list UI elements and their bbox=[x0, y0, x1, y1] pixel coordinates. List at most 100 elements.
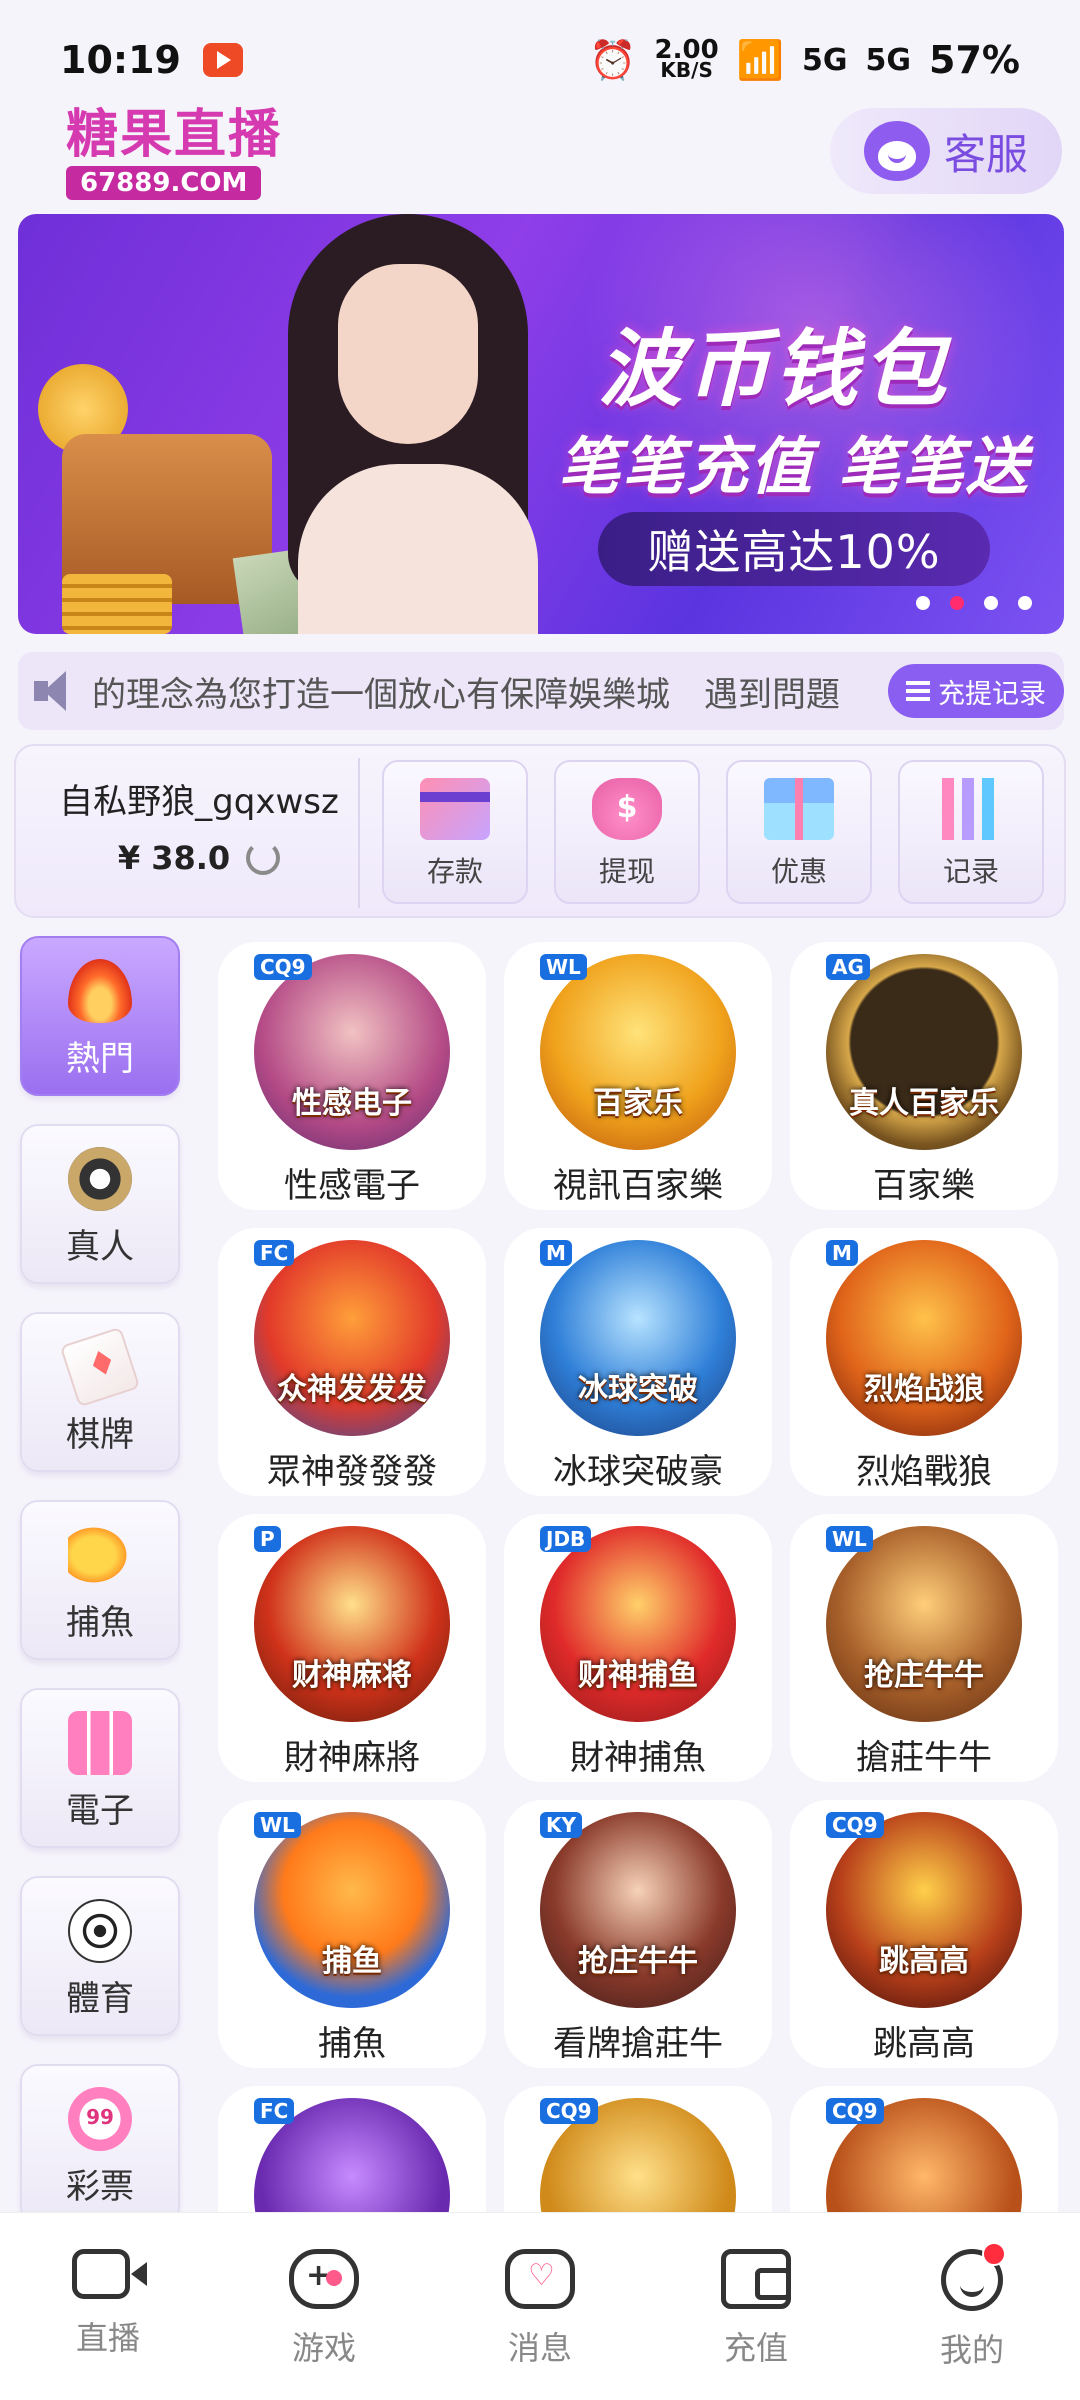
game-tile[interactable]: WL 捕鱼 捕魚 bbox=[218, 1800, 486, 2068]
carousel-dot[interactable] bbox=[984, 596, 998, 610]
game-tile[interactable]: M 烈焰战狼 烈焰戰狼 bbox=[790, 1228, 1058, 1496]
game-tile[interactable]: CQ9 性感电子 性感電子 bbox=[218, 942, 486, 1210]
nav-profile[interactable]: 我的 bbox=[902, 2242, 1042, 2371]
deposit-withdraw-record-button[interactable]: 充提记录 bbox=[888, 664, 1064, 718]
playing-card-icon bbox=[59, 1326, 141, 1408]
gamepad-icon bbox=[289, 2249, 359, 2309]
banner-bonus-pill: 赠送高达10% bbox=[598, 512, 990, 586]
vendor-badge: WL bbox=[254, 1812, 301, 1838]
action-label: 提现 bbox=[598, 855, 655, 888]
game-tile[interactable]: FC 众神发发发 眾神發發發 bbox=[218, 1228, 486, 1496]
game-thumbnail: 抢庄牛牛 bbox=[826, 1526, 1022, 1722]
carousel-dots[interactable] bbox=[916, 596, 1032, 610]
nav-label: 游戏 bbox=[291, 2329, 356, 2367]
balance-amount: ¥ 38.0 bbox=[117, 839, 231, 877]
game-title: 性感電子 bbox=[284, 1166, 420, 1206]
promotions-button[interactable]: 优惠 bbox=[726, 760, 872, 904]
chat-bubble-icon bbox=[505, 2249, 575, 2309]
slot-machine-icon bbox=[68, 1711, 132, 1775]
game-tile[interactable]: P 财神麻将 財神麻將 bbox=[218, 1514, 486, 1782]
customer-service-label: 客服 bbox=[943, 129, 1028, 179]
vendor-badge: P bbox=[254, 1526, 281, 1552]
divider bbox=[358, 758, 360, 908]
nav-label: 充值 bbox=[723, 2329, 788, 2367]
game-thumbnail: 性感电子 bbox=[254, 954, 450, 1150]
nav-label: 我的 bbox=[939, 2331, 1004, 2369]
logo-brand-text: 糖果直播 bbox=[66, 104, 283, 165]
withdraw-button[interactable]: 提现 bbox=[554, 760, 700, 904]
gift-icon bbox=[764, 778, 834, 840]
list-icon bbox=[906, 681, 930, 701]
game-title: 捕魚 bbox=[318, 2024, 386, 2064]
game-title: 烈焰戰狼 bbox=[856, 1452, 992, 1492]
username: 自私野狼_gqxwsz bbox=[59, 782, 339, 822]
deposit-button[interactable]: 存款 bbox=[382, 760, 528, 904]
game-thumbnail: 冰球突破 bbox=[540, 1240, 736, 1436]
category-lottery[interactable]: 彩票 bbox=[20, 2064, 180, 2224]
customer-service-button[interactable]: 客服 bbox=[830, 108, 1062, 194]
app-logo[interactable]: 糖果直播 67889.COM bbox=[66, 106, 282, 200]
game-tile[interactable]: WL 百家乐 視訊百家樂 bbox=[504, 942, 772, 1210]
category-label: 真人 bbox=[66, 1227, 134, 1267]
app-header: 糖果直播 67889.COM 客服 bbox=[0, 100, 1080, 210]
banner-model-image bbox=[258, 214, 558, 634]
game-tile[interactable]: JDB 财神捕鱼 財神捕魚 bbox=[504, 1514, 772, 1782]
logo-domain: 67889.COM bbox=[66, 166, 262, 200]
promo-banner[interactable]: 波币钱包 笔笔充值 笔笔送 赠送高达10% bbox=[18, 214, 1064, 634]
carousel-dot[interactable] bbox=[1018, 596, 1032, 610]
casino-chip-icon bbox=[68, 1147, 132, 1211]
refresh-icon[interactable] bbox=[246, 841, 281, 875]
soccer-ball-icon bbox=[68, 1899, 132, 1963]
announcement-marquee[interactable]: 的理念為您打造一個放心有保障娛樂城 遇到問題 充提记录 bbox=[18, 652, 1064, 730]
nav-live[interactable]: 直播 bbox=[38, 2249, 178, 2359]
banner-subtitle: 笔笔充值 笔笔送 bbox=[558, 430, 1030, 503]
vendor-badge: WL bbox=[540, 954, 587, 980]
game-title: 百家樂 bbox=[873, 1166, 975, 1206]
vendor-badge: JDB bbox=[540, 1526, 592, 1552]
carousel-dot[interactable] bbox=[916, 596, 930, 610]
vendor-badge: CQ9 bbox=[254, 954, 312, 980]
card-icon bbox=[420, 778, 490, 840]
nav-games[interactable]: 游戏 bbox=[254, 2249, 394, 2369]
battery-level: 57% bbox=[929, 38, 1020, 82]
wallet-icon bbox=[721, 2249, 791, 2309]
status-time: 10:19 bbox=[60, 38, 181, 82]
nav-label: 消息 bbox=[507, 2329, 572, 2367]
game-tile[interactable]: M 冰球突破 冰球突破豪 bbox=[504, 1228, 772, 1496]
game-thumbnail: 众神发发发 bbox=[254, 1240, 450, 1436]
nav-messages[interactable]: 消息 bbox=[470, 2249, 610, 2369]
game-tile[interactable]: KY 抢庄牛牛 看牌搶莊牛 bbox=[504, 1800, 772, 2068]
action-label: 优惠 bbox=[770, 855, 827, 888]
money-bag-icon bbox=[592, 778, 662, 840]
headset-icon bbox=[863, 121, 930, 181]
carousel-dot-active[interactable] bbox=[950, 596, 964, 610]
game-title: 眾神發發發 bbox=[267, 1452, 437, 1492]
game-thumbnail: 跳高高 bbox=[826, 1812, 1022, 2008]
category-live[interactable]: 真人 bbox=[20, 1124, 180, 1284]
nav-label: 直播 bbox=[75, 2319, 140, 2357]
vendor-badge: CQ9 bbox=[540, 2098, 598, 2124]
vendor-badge: CQ9 bbox=[826, 1812, 884, 1838]
vendor-badge: AG bbox=[826, 954, 870, 980]
game-tile[interactable]: CQ9 跳高高 跳高高 bbox=[790, 1800, 1058, 2068]
vendor-badge: FC bbox=[254, 1240, 295, 1266]
game-title: 財神麻將 bbox=[284, 1738, 420, 1778]
category-fishing[interactable]: 捕魚 bbox=[20, 1500, 180, 1660]
lottery-ball-icon bbox=[68, 2087, 132, 2151]
wallet-actions: 存款 提现 优惠 记录 bbox=[382, 760, 1044, 904]
speaker-icon bbox=[34, 671, 82, 711]
game-tile[interactable]: AG 真人百家乐 百家樂 bbox=[790, 942, 1058, 1210]
category-label: 彩票 bbox=[66, 2167, 134, 2207]
category-cards[interactable]: 棋牌 bbox=[20, 1312, 180, 1472]
nav-recharge[interactable]: 充值 bbox=[686, 2249, 826, 2369]
game-tile[interactable]: WL 抢庄牛牛 搶莊牛牛 bbox=[790, 1514, 1058, 1782]
video-app-icon bbox=[202, 43, 243, 77]
status-indicators: ⏰ 2.00 KB/S 📶 5G 5G 57% bbox=[589, 37, 1020, 83]
coin-stack-image bbox=[62, 574, 172, 634]
signal-5g-2: 5G bbox=[865, 42, 912, 78]
category-slots[interactable]: 電子 bbox=[20, 1688, 180, 1848]
category-hot[interactable]: 熱門 bbox=[20, 936, 180, 1096]
records-button[interactable]: 记录 bbox=[898, 760, 1044, 904]
balance-row: ¥ 38.0 bbox=[40, 839, 358, 877]
category-sports[interactable]: 體育 bbox=[20, 1876, 180, 2036]
